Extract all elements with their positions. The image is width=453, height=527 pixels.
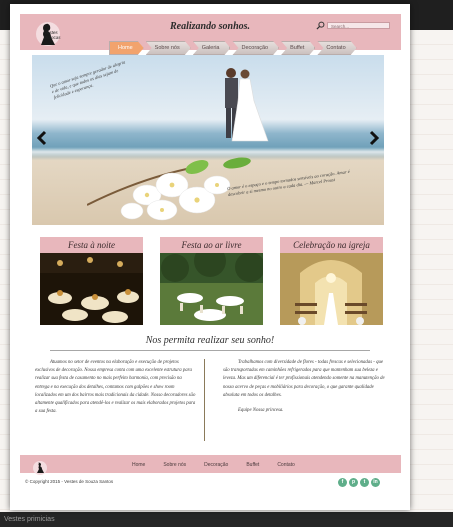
church-ceremony-image bbox=[280, 253, 383, 325]
nav-item-buffet[interactable]: Buffet bbox=[281, 41, 315, 55]
nav-item-contato[interactable]: Contato bbox=[317, 41, 356, 55]
card-outdoor-party[interactable]: Festa ao ar livre bbox=[160, 237, 263, 330]
copyright-text: © Copyright 2015 - Vestes de Souza Santo… bbox=[25, 479, 114, 484]
card-title: Celebração na igreja bbox=[280, 237, 383, 253]
nav-item-decoracao[interactable]: Decoração bbox=[232, 41, 279, 55]
heading-divider bbox=[50, 350, 370, 351]
service-cards: Festa à noite Festa ao ar livre Celebraç… bbox=[40, 237, 383, 332]
nav-item-sobre[interactable]: Sobre nós bbox=[146, 41, 191, 55]
footer-nav-decoracao[interactable]: Decoração bbox=[204, 462, 228, 468]
card-title: Festa ao ar livre bbox=[160, 237, 263, 253]
about-text-right: Trabalhamos com diversidade de flores - … bbox=[223, 359, 388, 415]
footer-nav-contato[interactable]: Contato bbox=[277, 462, 295, 468]
about-text-left: Atuamos no setor de eventos na elaboraçã… bbox=[35, 360, 196, 415]
outdoor-party-image bbox=[160, 253, 263, 325]
search-box: Search... bbox=[316, 21, 398, 30]
footer-nav-sobre[interactable]: Sobre nós bbox=[163, 462, 186, 468]
column-divider bbox=[204, 359, 205, 441]
hero-slider: Que o amor seja sempre gerador de alegri… bbox=[32, 55, 384, 225]
footer-nav: Home Sobre nós Decoração Buffet Contato bbox=[132, 462, 295, 468]
card-title: Festa à noite bbox=[40, 237, 143, 253]
tagline: Realizando sonhos. bbox=[170, 21, 251, 32]
social-links: f p t in bbox=[338, 478, 380, 487]
logo-text-line2: Brancas bbox=[44, 35, 61, 40]
footer-nav-buffet[interactable]: Buffet bbox=[246, 462, 259, 468]
wedding-couple-image bbox=[225, 68, 269, 142]
night-party-image bbox=[40, 253, 143, 325]
facebook-icon[interactable]: f bbox=[338, 478, 347, 487]
card-church[interactable]: Celebração na igreja bbox=[280, 237, 383, 330]
chevron-left-icon[interactable] bbox=[36, 130, 48, 146]
content-heading: Nos permita realizar seu sonho! bbox=[145, 335, 275, 346]
nav-item-galeria[interactable]: Galeria bbox=[193, 41, 231, 55]
site-page: Vestes Brancas Realizando sonhos. Search… bbox=[10, 4, 410, 510]
signature: Equipe Nossa princesa. bbox=[238, 408, 284, 414]
backdrop-bottom-strip: Vestes primicias bbox=[0, 512, 453, 527]
footer-nav-home[interactable]: Home bbox=[132, 462, 145, 468]
about-text-right-body: Trabalhamos com diversidade de flores - … bbox=[223, 360, 385, 398]
card-night-party[interactable]: Festa à noite bbox=[40, 237, 143, 330]
chevron-right-icon[interactable] bbox=[368, 130, 380, 146]
nav-item-home[interactable]: Home bbox=[109, 41, 144, 55]
footer-logo-icon[interactable] bbox=[32, 460, 48, 476]
search-input[interactable]: Search... bbox=[327, 22, 390, 29]
twitter-icon[interactable]: t bbox=[360, 478, 369, 487]
main-nav: Home Sobre nós Galeria Decoração Buffet … bbox=[109, 41, 357, 55]
logo-text: Vestes Brancas bbox=[44, 30, 61, 40]
instagram-icon[interactable]: in bbox=[371, 478, 380, 487]
backdrop-bottom-text: Vestes primicias bbox=[4, 516, 55, 523]
search-icon[interactable] bbox=[316, 21, 325, 30]
pinterest-icon[interactable]: p bbox=[349, 478, 358, 487]
